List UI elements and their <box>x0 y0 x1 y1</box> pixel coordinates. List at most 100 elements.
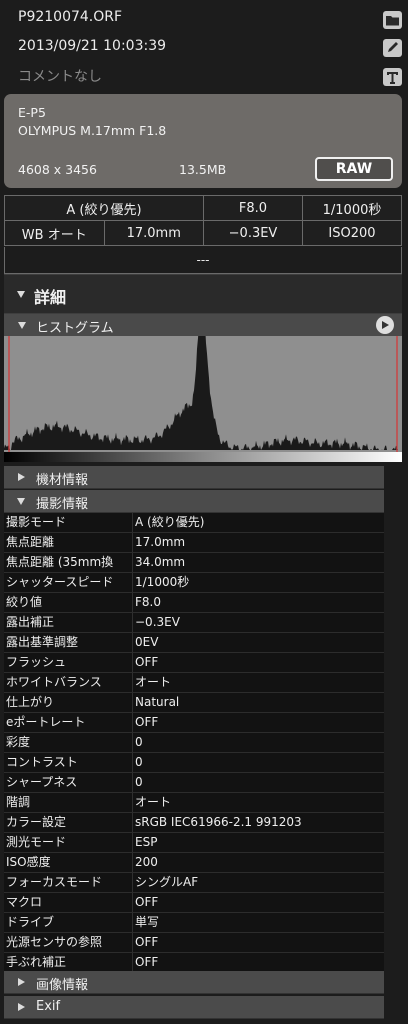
row-key: ISO感度 <box>6 855 51 869</box>
row-key: 焦点距離 <box>6 535 55 549</box>
chevron-down-icon <box>17 291 25 298</box>
file-size: 13.5MB <box>179 162 227 177</box>
row-value: 200 <box>135 855 158 869</box>
column-divider <box>132 653 133 672</box>
row-key: 露出補正 <box>6 615 55 629</box>
exif-section-header[interactable]: Exif <box>4 996 384 1019</box>
tone-gradient-bar <box>4 452 402 462</box>
column-divider <box>132 673 133 692</box>
detail-section-header[interactable]: 詳細 <box>4 274 402 314</box>
table-row: 焦点距離 (35mm換 34.0mm <box>4 553 384 573</box>
column-divider <box>132 593 133 612</box>
row-key: 撮影モード <box>6 515 67 529</box>
column-divider <box>132 933 133 952</box>
row-value: OFF <box>135 715 159 729</box>
row-value: 1/1000秒 <box>135 575 190 589</box>
table-row: eポートレート OFF <box>4 713 384 733</box>
row-value: A (絞り優先) <box>135 515 205 529</box>
row-value: 0 <box>135 755 143 769</box>
row-key: フラッシュ <box>6 655 67 669</box>
row-value: OFF <box>135 935 159 949</box>
row-key: 露出基準調整 <box>6 635 79 649</box>
table-row: 露出補正 −0.3EV <box>4 613 384 633</box>
column-divider <box>132 793 133 812</box>
image-section-header[interactable]: 画像情報 <box>4 971 384 994</box>
folder-icon[interactable] <box>383 11 402 29</box>
table-row: 彩度 0 <box>4 733 384 753</box>
filename: P9210074.ORF <box>18 9 123 25</box>
row-value: 34.0mm <box>135 555 186 569</box>
shooting-info-table: 撮影モード A (絞り優先) 焦点距離 17.0mm 焦点距離 (35mm換 34.0mm… <box>4 513 384 993</box>
file-header: P9210074.ORF 2013/09/21 10:03:39 コメントなし <box>0 0 408 92</box>
camera-model: E-P5 <box>18 105 46 120</box>
row-key: フォーカスモード <box>6 875 103 889</box>
row-key: 絞り値 <box>6 595 43 609</box>
histogram-section-header[interactable]: ヒストグラム <box>4 314 402 336</box>
image-resolution: 4608 x 3456 <box>18 162 97 177</box>
chevron-right-icon <box>18 473 25 481</box>
capture-datetime: 2013/09/21 10:03:39 <box>18 38 167 54</box>
row-value: シングルAF <box>135 875 199 889</box>
raw-format-badge: RAW <box>315 157 393 181</box>
column-divider <box>132 893 133 912</box>
exposure-summary-table: A (絞り優先) F8.0 1/1000秒 WB オート 17.0mm −0.3… <box>4 195 402 246</box>
summary-focal: 17.0mm <box>103 220 204 246</box>
column-divider <box>132 813 133 832</box>
play-icon[interactable] <box>376 316 394 334</box>
chevron-down-icon <box>17 498 25 505</box>
row-key: 階調 <box>6 795 31 809</box>
summary-ev: −0.3EV <box>203 220 303 246</box>
row-key: シャープネス <box>6 775 78 789</box>
table-row: コントラスト 0 <box>4 753 384 773</box>
table-row: 手ぶれ補正 OFF <box>4 953 384 973</box>
image-label: 画像情報 <box>36 978 89 993</box>
column-divider <box>132 853 133 872</box>
text-icon[interactable] <box>383 68 402 86</box>
row-value: オート <box>135 675 172 689</box>
summary-aperture: F8.0 <box>203 195 303 221</box>
column-divider <box>132 913 133 932</box>
detail-label: 詳細 <box>34 288 67 307</box>
row-key: 手ぶれ補正 <box>6 955 67 969</box>
table-row: 絞り値 F8.0 <box>4 593 384 613</box>
equipment-section-header[interactable]: 機材情報 <box>4 466 384 489</box>
histogram-plot <box>4 336 402 452</box>
row-value: sRGB IEC61966-2.1 991203 <box>135 815 302 829</box>
row-value: 0 <box>135 735 143 749</box>
row-value: F8.0 <box>135 595 161 609</box>
column-divider <box>132 953 133 972</box>
histogram-label: ヒストグラム <box>36 321 114 336</box>
shooting-section-header[interactable]: 撮影情報 <box>4 490 384 513</box>
row-value: OFF <box>135 895 159 909</box>
row-key: 測光モード <box>6 835 67 849</box>
row-key: 仕上がり <box>6 695 55 709</box>
equipment-label: 機材情報 <box>36 473 89 488</box>
column-divider <box>132 773 133 792</box>
scrollbar-track[interactable] <box>384 462 402 1024</box>
column-divider <box>132 873 133 892</box>
summary-extra: --- <box>4 247 402 274</box>
row-value: オート <box>135 795 172 809</box>
exif-label: Exif <box>36 999 61 1014</box>
table-row: マクロ OFF <box>4 893 384 913</box>
summary-mode: A (絞り優先) <box>4 195 204 221</box>
table-row: ドライブ 単写 <box>4 913 384 933</box>
row-value: 単写 <box>135 915 160 929</box>
chevron-right-icon <box>18 1003 25 1011</box>
row-key: ホワイトバランス <box>6 675 102 689</box>
comment-field[interactable]: コメントなし <box>18 66 102 86</box>
row-key: 彩度 <box>6 735 31 749</box>
table-row: シャープネス 0 <box>4 773 384 793</box>
row-key: ドライブ <box>6 915 55 929</box>
shooting-label: 撮影情報 <box>36 497 89 512</box>
column-divider <box>132 613 133 632</box>
row-value: 0 <box>135 775 143 789</box>
row-key: eポートレート <box>6 715 86 729</box>
row-key: シャッタースピード <box>6 575 114 589</box>
table-row: 露出基準調整 0EV <box>4 633 384 653</box>
row-key: 光源センサの参照 <box>6 935 103 949</box>
row-value: OFF <box>135 955 159 969</box>
pencil-icon[interactable] <box>383 39 402 57</box>
row-key: カラー設定 <box>6 815 67 829</box>
column-divider <box>132 833 133 852</box>
